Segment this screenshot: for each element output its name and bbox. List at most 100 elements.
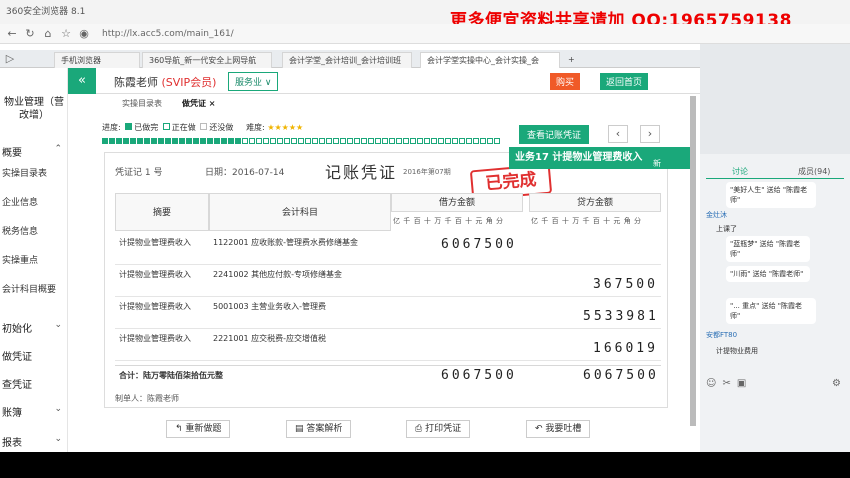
progress-segment-done[interactable] (130, 138, 136, 144)
progress-segment-todo[interactable] (396, 138, 402, 144)
progress-segment-todo[interactable] (375, 138, 381, 144)
browser-tab[interactable]: 会计学堂_会计培训_会计培训班 (282, 52, 412, 68)
progress-segment-done[interactable] (200, 138, 206, 144)
progress-segment-todo[interactable] (368, 138, 374, 144)
sidebar-section-make-voucher[interactable]: 做凭证 (0, 348, 68, 363)
sidebar-toggle-icon[interactable]: ▷ (2, 51, 18, 67)
prev-arrow-icon[interactable]: ‹ (608, 125, 628, 143)
voucher-row[interactable]: 计提物业管理费收入 5001003 主营业务收入-管理费 5533981 (115, 297, 661, 329)
progress-segment-todo[interactable] (284, 138, 290, 144)
progress-segment-todo[interactable] (382, 138, 388, 144)
tab-catalog[interactable]: 实操目录表 (116, 96, 168, 111)
new-tab-button[interactable]: + (562, 52, 578, 68)
browser-tab[interactable]: 手机浏览器 (54, 52, 140, 68)
business-select[interactable]: 服务业 ∨ (228, 72, 279, 91)
tab-members[interactable]: 成员(94) (798, 166, 830, 177)
progress-segment-todo[interactable] (452, 138, 458, 144)
next-arrow-icon[interactable]: › (640, 125, 660, 143)
emoji-icon[interactable]: ☺ (706, 378, 722, 389)
progress-segment-done[interactable] (144, 138, 150, 144)
sidebar-section-report[interactable]: 报表 ⌄ (0, 434, 68, 449)
home-button[interactable]: 返回首页 (600, 73, 649, 90)
progress-segment-todo[interactable] (354, 138, 360, 144)
browser-tab[interactable]: 360导航_新一代安全上网导航 (142, 52, 272, 68)
sidebar-section-init[interactable]: 初始化 ⌄ (0, 320, 68, 335)
sidebar-item[interactable]: 实操重点 (0, 253, 68, 266)
progress-segment-todo[interactable] (326, 138, 332, 144)
progress-segment-done[interactable] (186, 138, 192, 144)
sidebar-item[interactable]: 实操目录表 (0, 166, 68, 179)
progress-segment-todo[interactable] (298, 138, 304, 144)
progress-segment-todo[interactable] (494, 138, 500, 144)
voucher-row[interactable]: 计提物业管理费收入 1122001 应收账款-管理费水费修缮基金 6067500 (115, 233, 661, 265)
progress-segment-todo[interactable] (480, 138, 486, 144)
feedback-button[interactable]: ↶ 我要吐槽 (526, 420, 591, 438)
progress-segment-todo[interactable] (319, 138, 325, 144)
progress-segment-todo[interactable] (438, 138, 444, 144)
progress-segment-todo[interactable] (403, 138, 409, 144)
progress-segment-done[interactable] (214, 138, 220, 144)
buy-button[interactable]: 购买 (550, 73, 581, 90)
back-icon[interactable]: ← (4, 26, 20, 42)
progress-segment-todo[interactable] (473, 138, 479, 144)
progress-segment-todo[interactable] (263, 138, 269, 144)
gear-icon[interactable]: ⚙ (832, 378, 841, 389)
progress-segment-todo[interactable] (270, 138, 276, 144)
progress-segment-done[interactable] (235, 138, 241, 144)
collapse-sidebar-button[interactable]: « (68, 68, 96, 94)
progress-segment-done[interactable] (116, 138, 122, 144)
view-voucher-button[interactable]: 查看记账凭证 (519, 125, 590, 144)
progress-segment-todo[interactable] (459, 138, 465, 144)
sidebar-item[interactable]: 会计科目概要 (0, 282, 68, 295)
progress-segment-done[interactable] (221, 138, 227, 144)
progress-segment-todo[interactable] (312, 138, 318, 144)
progress-segment-done[interactable] (158, 138, 164, 144)
progress-segment-todo[interactable] (333, 138, 339, 144)
redo-button[interactable]: ↰ 重新做题 (166, 420, 231, 438)
browser-tab-active[interactable]: 会计学堂实操中心_会计实操_会 (420, 52, 560, 68)
progress-segment-done[interactable] (207, 138, 213, 144)
scissors-icon[interactable]: ✂ (722, 378, 736, 389)
sidebar-item[interactable]: 企业信息 (0, 195, 68, 208)
progress-segment-todo[interactable] (291, 138, 297, 144)
image-icon[interactable]: ▣ (737, 378, 752, 389)
progress-segment-todo[interactable] (249, 138, 255, 144)
star-icon[interactable]: ☆ (58, 26, 74, 42)
progress-segment-todo[interactable] (277, 138, 283, 144)
progress-segment-todo[interactable] (256, 138, 262, 144)
tab-make-voucher[interactable]: 做凭证 × (176, 96, 222, 111)
progress-segment-todo[interactable] (431, 138, 437, 144)
progress-segment-done[interactable] (137, 138, 143, 144)
progress-segment-done[interactable] (179, 138, 185, 144)
tab-discussion[interactable]: 讨论 (732, 166, 748, 177)
sidebar-section-ledger[interactable]: 账簿 ⌄ (0, 404, 68, 419)
refresh-icon[interactable]: ↻ (22, 26, 38, 42)
sidebar-section-query-voucher[interactable]: 查凭证 (0, 376, 68, 391)
progress-segment-todo[interactable] (305, 138, 311, 144)
voucher-row[interactable]: 计提物业管理费收入 2241002 其他应付款-专项修缮基金 367500 (115, 265, 661, 297)
progress-segment-todo[interactable] (389, 138, 395, 144)
progress-segment-done[interactable] (109, 138, 115, 144)
progress-segment-todo[interactable] (424, 138, 430, 144)
progress-segment-done[interactable] (123, 138, 129, 144)
progress-segment-todo[interactable] (347, 138, 353, 144)
sidebar-item[interactable]: 税务信息 (0, 224, 68, 237)
progress-segment-done[interactable] (165, 138, 171, 144)
progress-segment-done[interactable] (228, 138, 234, 144)
progress-segment-todo[interactable] (410, 138, 416, 144)
progress-segment-todo[interactable] (466, 138, 472, 144)
progress-segment-todo[interactable] (445, 138, 451, 144)
answer-button[interactable]: ▤ 答案解析 (286, 420, 352, 438)
scrollbar-thumb[interactable] (690, 96, 696, 426)
progress-segment-todo[interactable] (417, 138, 423, 144)
progress-segment-todo[interactable] (361, 138, 367, 144)
sidebar-section-overview[interactable]: 概要 ⌃ (0, 144, 68, 159)
home-icon[interactable]: ⌂ (40, 26, 56, 42)
progress-segment-done[interactable] (193, 138, 199, 144)
voucher-row[interactable]: 计提物业管理费收入 2221001 应交税费-应交增值税 166019 (115, 329, 661, 361)
url-input[interactable]: http://lx.acc5.com/main_161/ (98, 27, 658, 41)
progress-segment-done[interactable] (151, 138, 157, 144)
progress-segment-done[interactable] (172, 138, 178, 144)
progress-segment-todo[interactable] (242, 138, 248, 144)
progress-segment-todo[interactable] (340, 138, 346, 144)
